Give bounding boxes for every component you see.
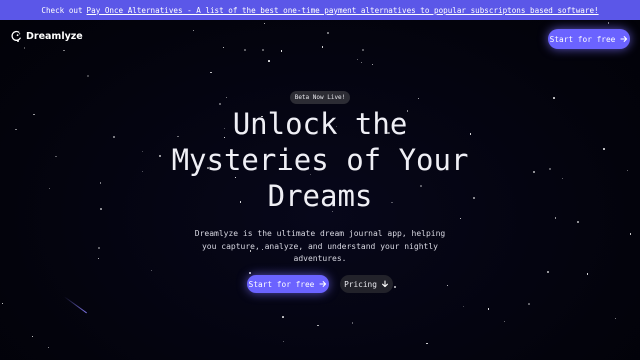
star — [31, 335, 33, 337]
headline-line: Mysteries of Your — [171, 143, 469, 177]
star — [222, 46, 224, 49]
star — [361, 48, 364, 51]
subtitle-line: you capture, analyze, and understand you… — [201, 241, 438, 251]
star — [418, 98, 420, 100]
star — [547, 271, 550, 274]
star — [282, 341, 284, 343]
star — [317, 324, 319, 327]
arrow-right-icon — [319, 280, 327, 288]
moon-icon — [10, 30, 22, 42]
star — [351, 322, 354, 324]
star — [446, 284, 449, 287]
star — [86, 75, 89, 78]
star — [360, 61, 363, 64]
subtitle-line: Dreamlyze is the ultimate dream journal … — [194, 229, 446, 238]
star — [63, 49, 65, 52]
header-start-label: Start for free — [549, 34, 616, 44]
star — [504, 321, 506, 323]
star — [586, 273, 588, 275]
star — [327, 31, 330, 34]
headline-line: Unlock the — [232, 107, 408, 141]
pricing-label: Pricing — [344, 279, 377, 289]
star — [528, 303, 530, 305]
star — [263, 22, 266, 25]
arrow-down-icon — [381, 280, 389, 288]
star — [244, 49, 247, 51]
star — [322, 46, 324, 48]
star — [262, 48, 264, 51]
header-start-button[interactable]: Start for free — [548, 29, 630, 49]
landing-page: Check out Pay Once Alternatives - A list… — [0, 0, 640, 360]
hero-headline: Unlock the Mysteries of Your Dreams — [0, 106, 640, 214]
banner-link[interactable]: Pay Once Alternatives - A list of the be… — [87, 6, 599, 15]
banner-prefix: Check out — [41, 5, 83, 15]
start-for-free-button[interactable]: Start for free — [247, 275, 329, 293]
star — [226, 97, 228, 99]
star — [193, 29, 195, 31]
star — [463, 305, 465, 307]
pricing-button[interactable]: Pricing — [340, 275, 393, 293]
star — [615, 317, 617, 320]
star — [248, 272, 251, 274]
star — [47, 346, 50, 349]
brand-name: Dreamlyze — [26, 30, 83, 42]
star — [280, 50, 283, 52]
beta-badge: Beta Now Live! — [290, 91, 350, 104]
star — [1, 302, 3, 304]
headline-line: Dreams — [267, 179, 373, 213]
star — [356, 58, 359, 61]
star — [210, 71, 212, 74]
star — [553, 97, 555, 99]
star — [460, 217, 462, 219]
brand-logo[interactable]: Dreamlyze — [10, 30, 83, 42]
star — [608, 22, 610, 24]
star — [426, 342, 428, 345]
star — [554, 217, 557, 219]
start-for-free-label: Start for free — [248, 279, 315, 289]
announcement-banner: Check out Pay Once Alternatives - A list… — [0, 0, 640, 20]
star — [268, 60, 270, 62]
star — [577, 221, 579, 223]
star — [487, 308, 489, 310]
arrow-right-icon — [620, 35, 628, 43]
star — [372, 64, 374, 66]
star — [150, 269, 152, 271]
subtitle-line: adventures. — [293, 254, 347, 263]
hero-subtitle: Dreamlyze is the ultimate dream journal … — [0, 228, 640, 266]
star — [393, 285, 396, 288]
star — [282, 316, 284, 318]
star — [23, 47, 25, 49]
